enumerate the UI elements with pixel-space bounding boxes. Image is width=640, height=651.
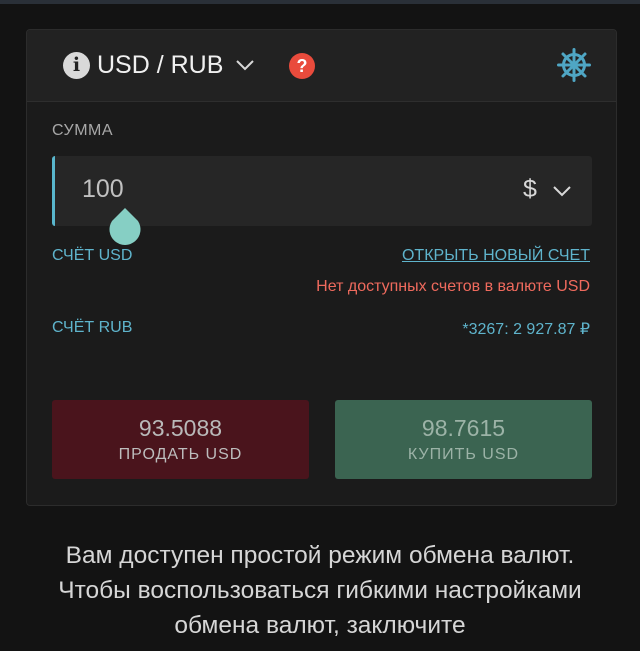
- amount-label: СУММА: [52, 122, 114, 139]
- top-bar: [0, 0, 640, 4]
- cursor-handle-icon[interactable]: [107, 206, 143, 248]
- sell-price: 93.5088: [138, 415, 223, 441]
- sell-usd-button[interactable]: 93.5088 ПРОДАТЬ USD: [52, 400, 309, 479]
- buy-label: КУПИТЬ USD: [407, 446, 520, 463]
- rub-account-value[interactable]: *3267: 2 927.87 ₽: [462, 319, 590, 339]
- no-accounts-message: Нет доступных счетов в валюте USD: [316, 278, 590, 295]
- open-new-account-link[interactable]: ОТКРЫТЬ НОВЫЙ СЧЕТ: [402, 247, 590, 265]
- usd-account-label: СЧЁТ USD: [52, 247, 133, 264]
- buy-usd-button[interactable]: 98.7615 КУПИТЬ USD: [335, 400, 592, 479]
- rub-account-label: СЧЁТ RUB: [52, 319, 133, 336]
- helm-icon[interactable]: [557, 48, 591, 82]
- currency-chevron-down-icon[interactable]: [552, 184, 572, 198]
- currency-pair-label[interactable]: USD / RUB: [97, 49, 223, 81]
- notice-line-1: Вам доступен простой режим обмена валют.: [65, 542, 575, 569]
- card-header: i USD / RUB ?: [27, 30, 616, 102]
- simple-mode-notice: Вам доступен простой режим обмена валют.…: [0, 538, 640, 643]
- sell-label: ПРОДАТЬ USD: [118, 446, 243, 463]
- exchange-card: i USD / RUB ? СУММА 100 $ СЧЁТ USD ОТКРЫ…: [26, 29, 617, 506]
- currency-symbol[interactable]: $: [523, 173, 537, 205]
- chevron-down-icon[interactable]: [235, 58, 255, 72]
- notice-line-3: обмена валют, заключите: [174, 612, 466, 639]
- amount-value[interactable]: 100: [82, 173, 124, 205]
- buy-price: 98.7615: [421, 415, 506, 441]
- help-icon[interactable]: ?: [289, 53, 315, 79]
- info-icon[interactable]: i: [63, 52, 90, 79]
- notice-line-2: Чтобы воспользоваться гибкими настройкам…: [58, 577, 582, 604]
